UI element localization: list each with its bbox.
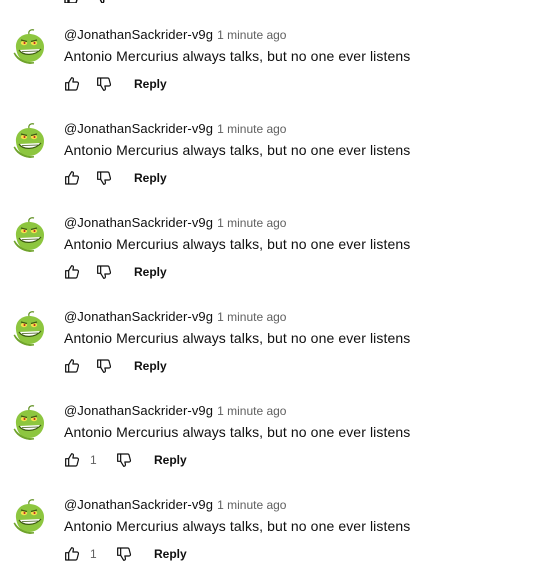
- comment-author[interactable]: @JonathanSackrider-v9g: [64, 309, 213, 324]
- comment-text: Antonio Mercurius always talks, but no o…: [64, 424, 411, 440]
- dislike-button[interactable]: [88, 162, 120, 194]
- avatar[interactable]: [12, 28, 48, 64]
- grinch-avatar-icon: [12, 404, 48, 440]
- comment-header: @JonathanSackrider-v9g 1 minute ago: [64, 403, 286, 418]
- comment-author[interactable]: @JonathanSackrider-v9g: [64, 121, 213, 136]
- like-count: 1: [90, 453, 97, 467]
- thumbs-up-icon: [65, 171, 80, 185]
- dislike-button[interactable]: [88, 68, 120, 100]
- avatar[interactable]: [12, 498, 48, 534]
- comment-thread: @JonathanSackrider-v9g 1 minute ago Anto…: [0, 113, 536, 207]
- comment-header: @JonathanSackrider-v9g 1 minute ago: [64, 215, 286, 230]
- reply-button[interactable]: Reply: [120, 256, 181, 288]
- like-button[interactable]: [56, 538, 88, 570]
- comment-thread: @JonathanSackrider-v9g 1 minute ago Anto…: [0, 301, 536, 395]
- grinch-avatar-icon: [12, 122, 48, 158]
- thumbs-down-icon: [97, 265, 112, 279]
- like-button[interactable]: [56, 444, 88, 476]
- thumbs-up-icon: [65, 359, 80, 373]
- comment-actions: 1 Reply: [56, 538, 201, 570]
- comment-text: Antonio Mercurius always talks, but no o…: [64, 518, 411, 534]
- dislike-button[interactable]: [88, 256, 120, 288]
- comment-header: @JonathanSackrider-v9g 1 minute ago: [64, 27, 286, 42]
- comment-header: @JonathanSackrider-v9g 1 minute ago: [64, 497, 286, 512]
- avatar[interactable]: [12, 216, 48, 252]
- thumbs-up-icon[interactable]: [64, 0, 78, 3]
- avatar[interactable]: [12, 404, 48, 440]
- comment-thread: @JonathanSackrider-v9g 1 minute ago Anto…: [0, 489, 536, 583]
- reply-button[interactable]: Reply: [120, 68, 181, 100]
- thumbs-down-icon: [117, 453, 132, 467]
- comments-panel: @JonathanSackrider-v9g 1 minute ago Anto…: [0, 0, 536, 586]
- reply-button[interactable]: Reply: [120, 162, 181, 194]
- comment-actions: Reply: [56, 68, 181, 100]
- comment-thread: @JonathanSackrider-v9g 1 minute ago Anto…: [0, 207, 536, 301]
- comment-text: Antonio Mercurius always talks, but no o…: [64, 330, 411, 346]
- comment-actions: Reply: [56, 162, 181, 194]
- comment-text: Antonio Mercurius always talks, but no o…: [64, 236, 411, 252]
- comment-thread: @JonathanSackrider-v9g 1 minute ago Anto…: [0, 395, 536, 489]
- dislike-button[interactable]: [108, 444, 140, 476]
- grinch-avatar-icon: [12, 28, 48, 64]
- comment-author[interactable]: @JonathanSackrider-v9g: [64, 497, 213, 512]
- comment-timestamp[interactable]: 1 minute ago: [217, 28, 286, 42]
- like-button[interactable]: [56, 68, 88, 100]
- avatar[interactable]: [12, 310, 48, 346]
- reply-button[interactable]: Reply: [120, 350, 181, 382]
- thumbs-up-icon: [65, 77, 80, 91]
- comment-author[interactable]: @JonathanSackrider-v9g: [64, 27, 213, 42]
- dislike-button[interactable]: [88, 350, 120, 382]
- comment-timestamp[interactable]: 1 minute ago: [217, 310, 286, 324]
- comment-timestamp[interactable]: 1 minute ago: [217, 498, 286, 512]
- thumbs-down-icon: [97, 171, 112, 185]
- comment-timestamp[interactable]: 1 minute ago: [217, 216, 286, 230]
- thumbs-up-icon: [65, 265, 80, 279]
- comment-actions: Reply: [56, 350, 181, 382]
- comment-thread: @JonathanSackrider-v9g 1 minute ago Anto…: [0, 19, 536, 113]
- like-button[interactable]: [56, 350, 88, 382]
- comment-author[interactable]: @JonathanSackrider-v9g: [64, 403, 213, 418]
- avatar[interactable]: [12, 122, 48, 158]
- grinch-avatar-icon: [12, 498, 48, 534]
- thumbs-up-icon: [65, 547, 80, 561]
- previous-comment-actions-fragment: [64, 0, 108, 3]
- comment-header: @JonathanSackrider-v9g 1 minute ago: [64, 309, 286, 324]
- grinch-avatar-icon: [12, 216, 48, 252]
- reply-button[interactable]: Reply: [140, 444, 201, 476]
- comment-timestamp[interactable]: 1 minute ago: [217, 122, 286, 136]
- reply-button[interactable]: Reply: [140, 538, 201, 570]
- comment-author[interactable]: @JonathanSackrider-v9g: [64, 215, 213, 230]
- comment-text: Antonio Mercurius always talks, but no o…: [64, 142, 411, 158]
- thumbs-down-icon[interactable]: [94, 0, 108, 3]
- like-count: 1: [90, 547, 97, 561]
- like-button[interactable]: [56, 256, 88, 288]
- thumbs-down-icon: [117, 547, 132, 561]
- thumbs-down-icon: [97, 359, 112, 373]
- thumbs-down-icon: [97, 77, 112, 91]
- grinch-avatar-icon: [12, 310, 48, 346]
- thumbs-up-icon: [65, 453, 80, 467]
- like-button[interactable]: [56, 162, 88, 194]
- comment-actions: Reply: [56, 256, 181, 288]
- comment-text: Antonio Mercurius always talks, but no o…: [64, 48, 411, 64]
- dislike-button[interactable]: [108, 538, 140, 570]
- comment-header: @JonathanSackrider-v9g 1 minute ago: [64, 121, 286, 136]
- comment-actions: 1 Reply: [56, 444, 201, 476]
- comment-timestamp[interactable]: 1 minute ago: [217, 404, 286, 418]
